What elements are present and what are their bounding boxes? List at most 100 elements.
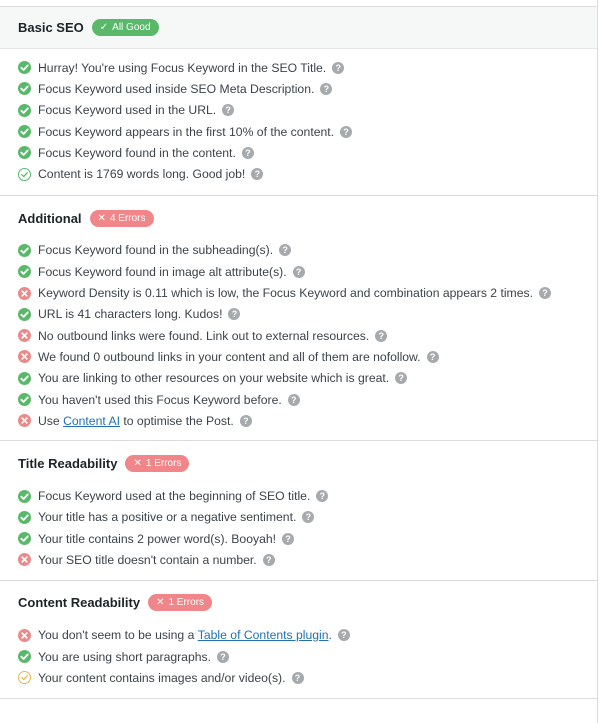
check-text: You don't seem to be using a (38, 628, 198, 643)
check-item: You don't seem to be using a Table of Co… (18, 625, 597, 646)
check-item: No outbound links were found. Link out t… (18, 325, 597, 346)
check-item: Focus Keyword found in the subheading(s)… (18, 240, 597, 261)
check-item: Content is 1769 words long. Good job!? (18, 163, 597, 184)
x-circle-icon (18, 329, 31, 343)
x-circle-icon (18, 350, 31, 364)
x-icon: ✕ (156, 597, 165, 609)
check-text: Content is 1769 words long. Good job! (38, 167, 246, 182)
check-circle-icon (18, 103, 31, 117)
help-icon[interactable]: ? (239, 414, 252, 427)
check-item: You are using short paragraphs.? (18, 646, 597, 667)
help-icon[interactable]: ? (217, 650, 229, 663)
check-circle-icon (18, 82, 31, 96)
help-icon[interactable]: ? (279, 244, 292, 257)
check-circle-icon (18, 243, 31, 257)
help-icon[interactable]: ? (282, 532, 295, 545)
basic-seo-header[interactable]: Basic SEO ✓ All Good (0, 7, 597, 49)
basic-seo-section: Basic SEO ✓ All Good Hurray! You're using… (0, 6, 597, 196)
content-readability-header[interactable]: Content Readability ✕ 1 Errors (0, 581, 597, 625)
seo-analysis-panel: Basic SEO ✓ All Good Hurray! You're using… (0, 0, 598, 723)
help-icon[interactable]: ? (320, 82, 333, 95)
help-icon[interactable]: ? (375, 329, 388, 342)
check-circle-icon (18, 510, 31, 524)
help-icon[interactable]: ? (291, 671, 304, 684)
check-item: Your title contains 2 power word(s). Boo… (18, 528, 597, 549)
check-item: We found 0 outbound links in your conten… (18, 346, 597, 367)
check-item: Focus Keyword found in image alt attribu… (18, 261, 597, 282)
badge-label: 1 Errors (145, 457, 182, 469)
check-circle-icon (18, 125, 31, 139)
help-icon[interactable]: ? (340, 125, 353, 138)
check-text: Your title contains 2 power word(s). Boo… (38, 531, 277, 546)
check-item: Hurray! You're using Focus Keyword in th… (18, 57, 597, 78)
check-circle-icon (18, 146, 31, 160)
check-text: Focus Keyword found in image alt attribu… (38, 264, 287, 279)
error-badge: ✕ 4 Errors (89, 209, 154, 227)
check-text: Use (38, 413, 64, 428)
check-text: You are using short paragraphs. (38, 649, 211, 664)
content-ai-link[interactable]: Content AI (63, 414, 120, 428)
check-item: Focus Keyword appears in the first 10% o… (18, 121, 597, 142)
help-icon[interactable]: ? (337, 629, 350, 642)
check-circle-icon (18, 307, 31, 321)
check-item: Focus Keyword found in the content.? (18, 142, 597, 163)
check-text: No outbound links were found. Link out t… (38, 328, 370, 343)
check-circle-icon (18, 265, 31, 279)
check-item: Use Content AI to optimise the Post.? (18, 410, 597, 431)
check-text: Focus Keyword appears in the first 10% o… (38, 124, 335, 139)
check-text: Focus Keyword found in the content. (38, 145, 236, 160)
check-item: You are linking to other resources on yo… (18, 368, 597, 389)
badge-label: 4 Errors (109, 212, 146, 224)
check-text: Your SEO title doesn't contain a number. (38, 552, 257, 567)
check-item: URL is 41 characters long. Kudos!? (18, 304, 597, 325)
status-badge: ✓ All Good (91, 19, 159, 36)
check-circle-outline-icon (18, 167, 31, 181)
check-item: Your title has a positive or a negative … (18, 507, 597, 528)
error-badge: ✕ 1 Errors (148, 594, 213, 612)
check-text: We found 0 outbound links in your conten… (38, 349, 421, 364)
help-icon[interactable]: ? (262, 553, 275, 566)
check-circle-icon (18, 489, 31, 503)
check-item: Focus Keyword used in the URL.? (18, 100, 597, 121)
section-title: Title Readability (18, 455, 118, 471)
help-icon[interactable]: ? (251, 168, 264, 181)
check-item: Focus Keyword used at the beginning of S… (18, 485, 597, 506)
check-item: Focus Keyword used inside SEO Meta Descr… (18, 78, 597, 99)
additional-section: Additional ✕ 4 Errors Focus Keyword found… (0, 196, 597, 442)
check-text: Focus Keyword used inside SEO Meta Descr… (38, 81, 315, 96)
help-icon[interactable]: ? (241, 146, 254, 159)
x-icon: ✕ (97, 212, 106, 224)
help-icon[interactable]: ? (287, 393, 300, 406)
check-circle-icon (18, 393, 31, 406)
check-circle-icon (18, 532, 31, 546)
check-text: Focus Keyword found in the subheading(s)… (38, 243, 274, 258)
check-item: You haven't used this Focus Keyword befo… (18, 389, 597, 410)
help-icon[interactable]: ? (222, 104, 235, 117)
check-text: to optimise the Post. (119, 413, 234, 428)
help-icon[interactable]: ? (228, 308, 241, 321)
title-readability-header[interactable]: Title Readability ✕ 1 Errors (0, 441, 597, 485)
check-text: Your content contains images and/or vide… (38, 670, 286, 685)
help-icon[interactable]: ? (426, 350, 439, 363)
section-title: Additional (18, 210, 82, 226)
check-circle-icon (18, 371, 31, 385)
additional-header[interactable]: Additional ✕ 4 Errors (0, 196, 597, 240)
check-item: Your content contains images and/or vide… (18, 667, 597, 688)
x-circle-icon (18, 628, 31, 642)
x-circle-icon (18, 553, 31, 567)
check-text: Keyword Density is 0.11 which is low, th… (38, 286, 533, 301)
table-of-contents-plugin-link[interactable]: Table of Contents plugin (198, 628, 329, 642)
help-icon[interactable]: ? (395, 372, 408, 385)
help-icon[interactable]: ? (332, 61, 345, 74)
check-item: Keyword Density is 0.11 which is low, th… (18, 282, 597, 303)
help-icon[interactable]: ? (302, 511, 315, 524)
check-item: Your SEO title doesn't contain a number.… (18, 549, 597, 570)
help-icon[interactable]: ? (292, 265, 305, 278)
badge-label: 1 Errors (168, 597, 205, 609)
section-title: Basic SEO (18, 20, 84, 35)
check-circle-warning-icon (18, 671, 31, 685)
x-icon: ✕ (133, 457, 142, 469)
help-icon[interactable]: ? (316, 490, 329, 503)
check-circle-icon (18, 650, 31, 664)
help-icon[interactable]: ? (538, 287, 551, 300)
